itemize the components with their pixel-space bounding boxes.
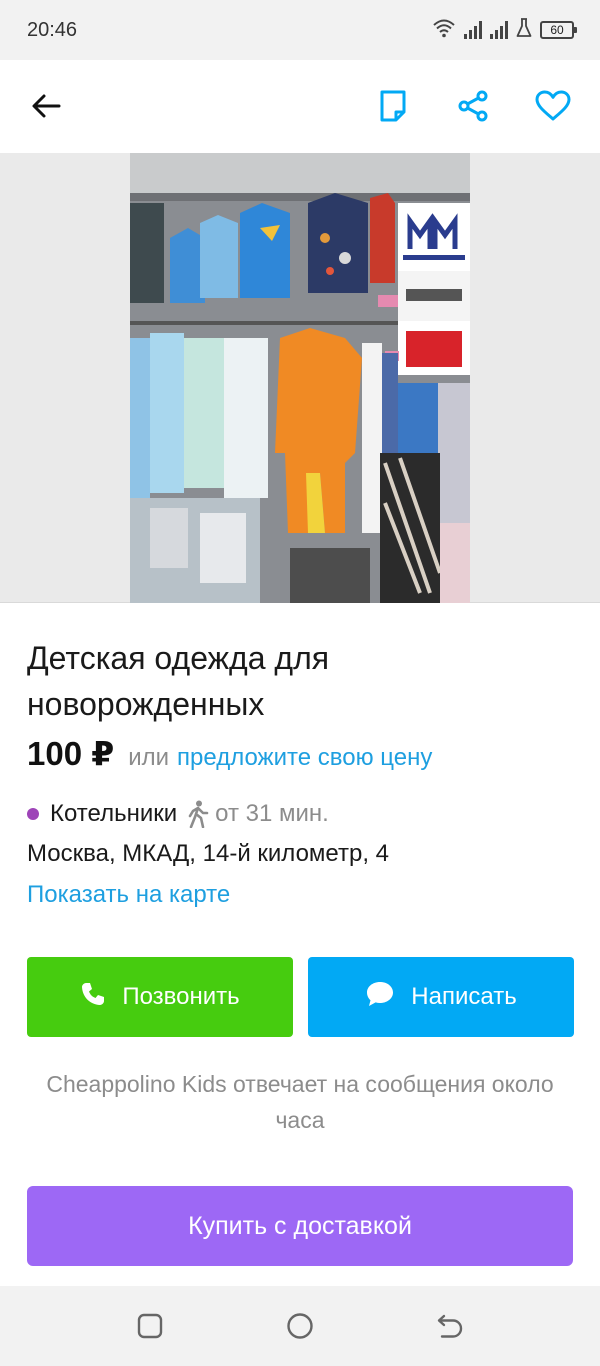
metro-station: Котельники <box>50 800 178 827</box>
show-on-map-link[interactable]: Показать на карте <box>27 881 230 909</box>
share-icon[interactable] <box>451 84 495 128</box>
flask-icon <box>516 17 532 43</box>
call-button[interactable]: Позвонить <box>27 957 293 1037</box>
price: 100 ₽ <box>27 735 115 772</box>
note-icon[interactable] <box>371 84 415 128</box>
status-icons: 60 <box>432 17 577 43</box>
buy-with-delivery-button[interactable]: Купить с доставкой <box>27 1186 573 1266</box>
heart-icon[interactable] <box>531 84 575 128</box>
metro-line-dot <box>27 808 39 820</box>
address: Москва, МКАД, 14-й километр, 4 <box>27 840 390 867</box>
price-or-label: или <box>128 744 170 771</box>
offer-price-link[interactable]: предложите свою цену <box>177 744 432 772</box>
buy-button-label: Купить с доставкой <box>188 1211 412 1240</box>
recents-icon[interactable] <box>134 1310 166 1342</box>
seller-reply-note: Cheappolino Kids отвечает на сообщения о… <box>46 1071 554 1133</box>
listing-title: Детская одежда для новорожденных <box>27 640 330 722</box>
call-button-label: Позвонить <box>122 983 240 1010</box>
home-icon[interactable] <box>284 1310 316 1342</box>
phone-icon <box>80 981 106 1014</box>
metro-walk-time: от 31 мин. <box>215 800 329 827</box>
chat-bubble-icon <box>365 980 395 1015</box>
signal-icon <box>464 21 482 39</box>
write-button[interactable]: Написать <box>308 957 574 1037</box>
status-bar: 20:46 60 <box>0 0 600 60</box>
back-icon[interactable] <box>434 1310 466 1342</box>
app-bar <box>0 60 600 153</box>
price-row: 100 ₽ или предложите свою цену <box>27 734 432 773</box>
write-button-label: Написать <box>411 983 517 1010</box>
back-arrow-icon[interactable] <box>24 84 68 128</box>
metro-row: Котельники от 31 мин. <box>27 800 329 828</box>
listing-photo[interactable] <box>130 153 470 603</box>
walking-icon <box>187 800 209 828</box>
signal-icon-2 <box>490 21 508 39</box>
photo-gallery[interactable] <box>0 153 600 603</box>
wifi-icon <box>432 18 456 43</box>
battery-icon: 60 <box>540 21 577 39</box>
system-nav-bar <box>0 1286 600 1366</box>
status-time: 20:46 <box>27 19 78 41</box>
